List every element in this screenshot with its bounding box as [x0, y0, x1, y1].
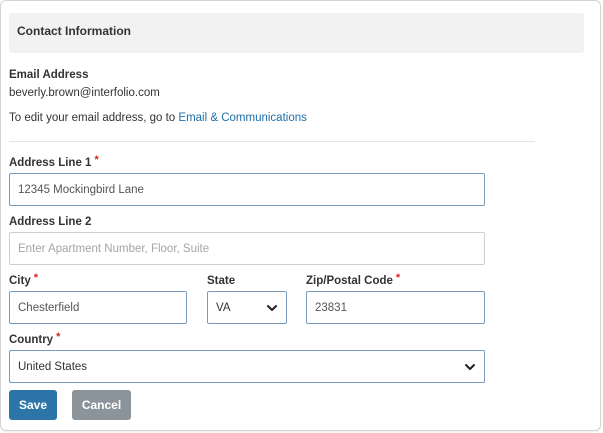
address-line-2-placeholder: Enter Apartment Number, Floor, Suite	[18, 242, 210, 255]
zip-label-text: Zip/Postal Code	[306, 275, 393, 287]
state-select[interactable]: VA	[207, 291, 287, 324]
city-input[interactable]: Chesterfield	[9, 291, 187, 324]
city-label-text: City	[9, 275, 31, 287]
chevron-down-icon	[465, 363, 475, 370]
address-line-1-label: Address Line 1 *	[9, 154, 99, 169]
save-button[interactable]: Save	[9, 390, 57, 420]
city-value: Chesterfield	[18, 301, 80, 314]
required-marker: *	[94, 154, 99, 166]
address-line-1-input[interactable]: 12345 Mockingbird Lane	[9, 173, 485, 206]
address-line-1-label-text: Address Line 1	[9, 157, 92, 169]
section-header: Contact Information	[9, 13, 584, 53]
city-label: City *	[9, 272, 39, 287]
zip-value: 23831	[315, 301, 347, 314]
section-title: Contact Information	[17, 24, 131, 38]
required-marker: *	[395, 272, 401, 284]
state-label-text: State	[207, 275, 236, 287]
divider	[9, 141, 535, 142]
cancel-button[interactable]: Cancel	[72, 390, 131, 420]
address-line-1-value: 12345 Mockingbird Lane	[18, 183, 144, 196]
country-value: United States	[18, 360, 88, 373]
address-line-2-input[interactable]: Enter Apartment Number, Floor, Suite	[9, 232, 485, 265]
edit-email-note-text: To edit your email address, go to	[9, 112, 179, 124]
contact-form-panel: Contact Information Email Address beverl…	[0, 0, 601, 431]
email-value: beverly.brown@interfolio.com	[9, 87, 160, 99]
country-label-text: Country	[9, 334, 54, 346]
email-label: Email Address	[9, 69, 89, 81]
state-label: State	[207, 275, 235, 287]
email-communications-link[interactable]: Email & Communications	[178, 112, 306, 124]
address-line-2-label: Address Line 2	[9, 216, 91, 228]
chevron-down-icon	[267, 304, 277, 311]
edit-email-note: To edit your email address, go to Email …	[9, 112, 307, 124]
country-label: Country *	[9, 331, 61, 346]
zip-label: Zip/Postal Code *	[306, 272, 401, 287]
state-value: VA	[216, 301, 231, 314]
required-marker: *	[56, 331, 61, 343]
address-line-2-label-text: Address Line 2	[9, 216, 92, 228]
required-marker: *	[33, 272, 39, 284]
country-select[interactable]: United States	[9, 350, 485, 383]
zip-input[interactable]: 23831	[306, 291, 485, 324]
